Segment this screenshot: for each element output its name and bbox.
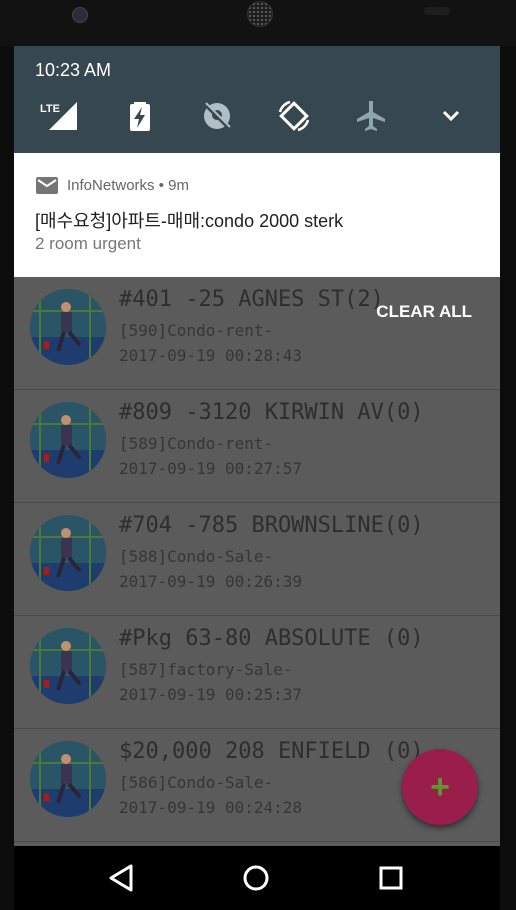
list-item[interactable]: #704 -785 BROWNSLINE(0) [588]Condo-Sale-… [14, 503, 500, 616]
listing-category: [587]factory-Sale- [119, 660, 293, 679]
list-item[interactable]: #809 -3120 KIRWIN AV(0) [589]Condo-rent-… [14, 390, 500, 503]
listing-timestamp: 2017-09-19 00:26:39 [119, 572, 303, 591]
notification-app-header: InfoNetworks • 9m [67, 177, 189, 194]
clear-all-button[interactable]: CLEAR ALL [376, 302, 472, 322]
notification-app-name: InfoNetworks [67, 177, 155, 194]
recents-icon [379, 866, 403, 890]
listing-title: #704 -785 BROWNSLINE(0) [119, 513, 424, 538]
listing-title: $20,000 208 ENFIELD (0) [119, 739, 424, 764]
airplane-mode-icon[interactable] [353, 98, 389, 134]
listing-title: #Pkg 63-80 ABSOLUTE (0) [119, 626, 424, 651]
listing-category: [589]Condo-rent- [119, 434, 274, 453]
navigation-bar [14, 846, 500, 910]
status-time: 10:23 AM [35, 60, 112, 80]
auto-rotate-icon[interactable] [276, 98, 312, 134]
notification-time: 9m [168, 177, 189, 194]
location-off-icon[interactable] [199, 98, 235, 134]
listing-title: #809 -3120 KIRWIN AV(0) [119, 400, 424, 425]
notification-separator: • [158, 177, 164, 194]
notification-title: [매수요청]아파트-매매:condo 2000 sterk [35, 211, 344, 231]
listing-category: [586]Condo-Sale- [119, 773, 274, 792]
listing-timestamp: 2017-09-19 00:24:28 [119, 798, 303, 817]
listing-title: #401 -25 AGNES ST(2) [119, 287, 384, 312]
listing-timestamp: 2017-09-19 00:25:37 [119, 685, 303, 704]
home-icon [243, 865, 269, 891]
lte-label: LTE [40, 103, 60, 115]
recents-button[interactable] [373, 860, 409, 896]
avatar [30, 289, 106, 365]
home-button[interactable] [238, 860, 274, 896]
earpiece-speaker [247, 1, 273, 27]
proximity-sensor [424, 7, 450, 15]
back-button[interactable] [103, 860, 139, 896]
list-item[interactable]: #Pkg 63-80 ABSOLUTE (0) [587]factory-Sal… [14, 616, 500, 729]
plus-icon: + [430, 768, 450, 806]
list-item[interactable]: #401 -25 AGNES ST(2) [590]Condo-rent- 20… [14, 277, 500, 390]
device-bezel-left [0, 46, 14, 910]
notification-text: 2 room urgent [35, 234, 141, 253]
screen: #401 -25 AGNES ST(2) [590]Condo-rent- 20… [14, 46, 500, 846]
avatar [30, 628, 106, 704]
avatar [30, 402, 106, 478]
add-fab-button[interactable]: + [402, 749, 478, 825]
expand-icon[interactable] [433, 98, 469, 134]
notification-shade-header: 10:23 AM LTE [14, 46, 500, 153]
listing-category: [590]Condo-rent- [119, 321, 274, 340]
device-bezel-right [500, 46, 516, 910]
avatar [30, 741, 106, 817]
device-bezel-top [0, 0, 516, 46]
listing-category: [588]Condo-Sale- [119, 547, 274, 566]
signal-icon[interactable]: LTE [39, 98, 77, 134]
back-icon [109, 864, 133, 892]
listing-timestamp: 2017-09-19 00:28:43 [119, 346, 303, 365]
mail-icon [36, 177, 58, 200]
avatar [30, 515, 106, 591]
listing-timestamp: 2017-09-19 00:27:57 [119, 459, 303, 478]
notification-card[interactable]: InfoNetworks • 9m [매수요청]아파트-매매:condo 200… [14, 153, 500, 277]
battery-charging-icon[interactable] [122, 98, 158, 134]
front-camera [72, 7, 88, 23]
